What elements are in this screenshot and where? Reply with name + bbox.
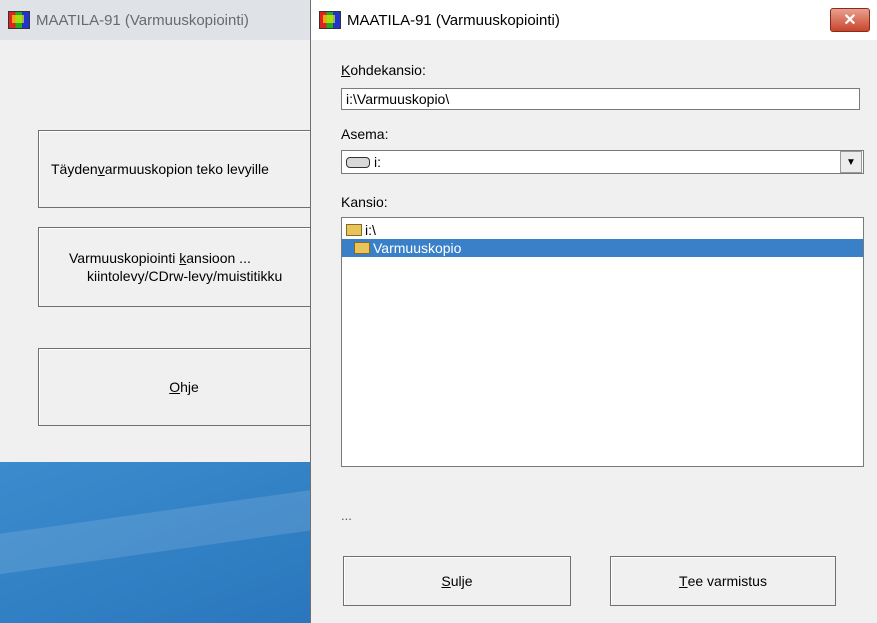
background-window-titlebar[interactable]: MAATILA-91 (Varmuuskopiointi) — [0, 0, 320, 40]
app-icon — [319, 11, 341, 29]
folder-backup-line1: Varmuuskopiointi kansioon ... — [69, 249, 251, 267]
full-backup-button[interactable]: Täyden v armuuskopion teko levyille — [38, 130, 342, 208]
target-folder-input[interactable]: i:\Varmuuskopio\ — [341, 88, 860, 110]
target-folder-label-rest: ohdekansio: — [350, 62, 426, 78]
app-icon — [8, 11, 30, 29]
make-backup-button[interactable]: Tee varmistus — [610, 556, 836, 606]
help-accel: O — [169, 379, 181, 395]
drive-select[interactable]: i: ▼ — [341, 150, 864, 174]
close-button-label: ulje — [450, 573, 473, 589]
folder-label: Kansio: — [341, 194, 388, 210]
full-backup-label-prefix: Täyden — [51, 161, 98, 177]
full-backup-label-rest: armuuskopion teko levyille — [104, 161, 269, 177]
drive-value: i: — [374, 154, 381, 170]
folder-backup-line2: kiintolevy/CDrw-levy/muistitikku — [87, 268, 283, 284]
close-icon[interactable]: ✕ — [830, 8, 870, 32]
chevron-down-icon[interactable]: ▼ — [840, 151, 862, 173]
folder-backup-line1-prefix: Varmuuskopiointi — [69, 250, 180, 266]
drive-icon — [346, 156, 370, 168]
make-backup-accel: T — [679, 573, 688, 589]
folder-item-varmuuskopio[interactable]: Varmuuskopio — [342, 239, 863, 257]
background-window[interactable]: MAATILA-91 (Varmuuskopiointi) Täyden v ar… — [0, 0, 360, 462]
folder-item-root[interactable]: i:\ — [342, 221, 863, 239]
drive-select-value: i: — [342, 154, 840, 170]
status-text: ... — [341, 508, 352, 523]
folder-list[interactable]: i:\ Varmuuskopio — [341, 217, 864, 467]
folder-item-label: Varmuuskopio — [373, 240, 462, 256]
full-backup-accel: v — [97, 161, 105, 177]
dialog-title: MAATILA-91 (Varmuuskopiointi) — [347, 11, 560, 29]
drive-label: Asema: — [341, 126, 389, 142]
target-folder-label: Kohdekansio: — [341, 62, 426, 78]
help-button[interactable]: Ohje — [38, 348, 330, 426]
folder-backup-line1-rest: ansioon ... — [186, 250, 251, 266]
help-label-rest: hje — [180, 379, 199, 395]
background-window-title: MAATILA-91 (Varmuuskopiointi) — [36, 11, 249, 29]
folder-open-icon — [354, 242, 370, 254]
close-button[interactable]: Sulje — [343, 556, 571, 606]
folder-item-label: i:\ — [365, 222, 376, 238]
close-button-accel: S — [441, 573, 451, 589]
dialog-titlebar[interactable]: MAATILA-91 (Varmuuskopiointi) — [311, 0, 877, 40]
backup-dialog[interactable]: MAATILA-91 (Varmuuskopiointi) ✕ Kohdekan… — [310, 0, 877, 623]
target-folder-accel: K — [341, 62, 351, 78]
make-backup-label: ee varmistus — [687, 573, 767, 589]
folder-open-icon — [346, 224, 362, 236]
